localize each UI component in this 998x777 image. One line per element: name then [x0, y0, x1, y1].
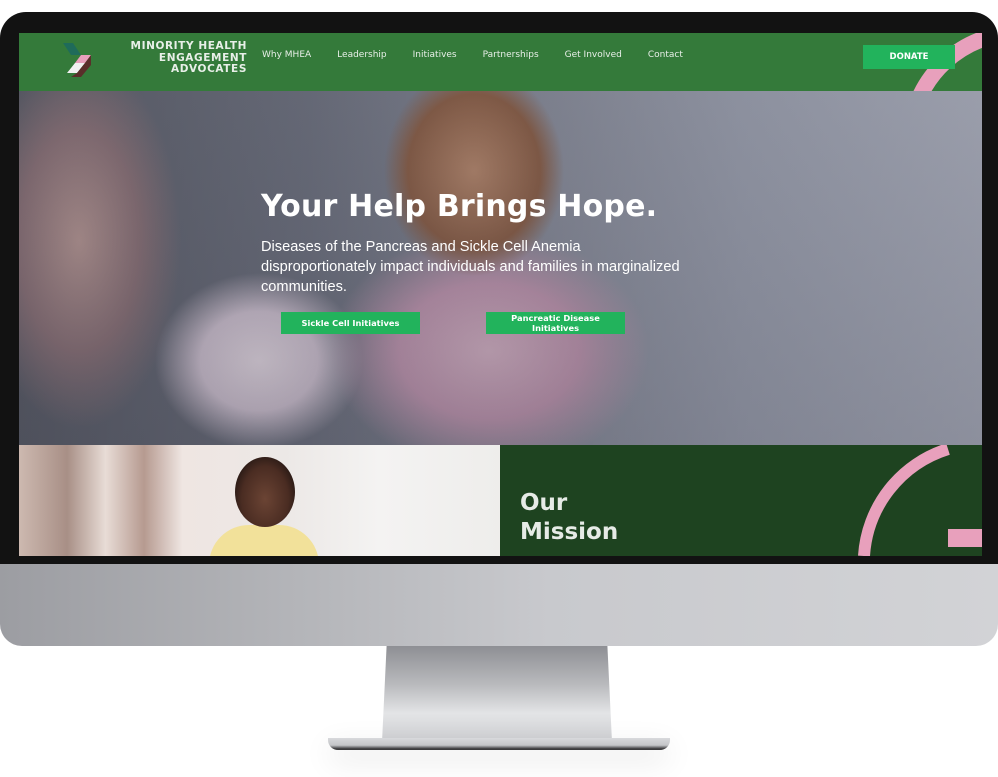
logo-wordmark: MINORITY HEALTH ENGAGEMENT ADVOCATES: [103, 40, 247, 76]
decorative-pink-arc: [858, 445, 982, 556]
nav-link-initiatives[interactable]: Initiatives: [413, 50, 457, 60]
monitor-chin: [0, 564, 998, 646]
mission-heading: Our Mission: [520, 489, 618, 547]
mission-heading-line-1: Our: [520, 490, 568, 516]
logo-line-1: MINORITY HEALTH: [130, 40, 247, 52]
photo-person-body: [209, 525, 319, 556]
website-screen: MINORITY HEALTH ENGAGEMENT ADVOCATES Why…: [19, 33, 982, 556]
nav-link-get-involved[interactable]: Get Involved: [565, 50, 622, 60]
nav-link-why-mhea[interactable]: Why MHEA: [262, 50, 311, 60]
chevron-logo-icon: [63, 43, 91, 77]
pancreatic-disease-initiatives-button[interactable]: Pancreatic Disease Initiatives: [486, 312, 625, 334]
nav-link-partnerships[interactable]: Partnerships: [483, 50, 539, 60]
monitor-stand: [382, 646, 612, 742]
nav-link-contact[interactable]: Contact: [648, 50, 683, 60]
logo-line-3: ADVOCATES: [170, 63, 247, 75]
site-header: MINORITY HEALTH ENGAGEMENT ADVOCATES Why…: [19, 33, 982, 91]
hero-banner: Your Help Brings Hope. Diseases of the P…: [19, 91, 982, 445]
main-nav: Why MHEA Leadership Initiatives Partners…: [262, 50, 709, 60]
sickle-cell-initiatives-button[interactable]: Sickle Cell Initiatives: [281, 312, 420, 334]
hero-title: Your Help Brings Hope.: [261, 189, 658, 224]
mission-heading-line-2: Mission: [520, 519, 619, 545]
mission-section: Our Mission: [500, 445, 982, 556]
photo-person-head: [235, 457, 295, 527]
donate-button[interactable]: DONATE: [863, 45, 955, 69]
monitor-base: [328, 738, 670, 750]
site-logo[interactable]: MINORITY HEALTH ENGAGEMENT ADVOCATES: [61, 40, 246, 81]
nav-link-leadership[interactable]: Leadership: [337, 50, 386, 60]
hero-subtitle: Diseases of the Pancreas and Sickle Cell…: [261, 239, 680, 295]
mission-photo: [19, 445, 500, 556]
